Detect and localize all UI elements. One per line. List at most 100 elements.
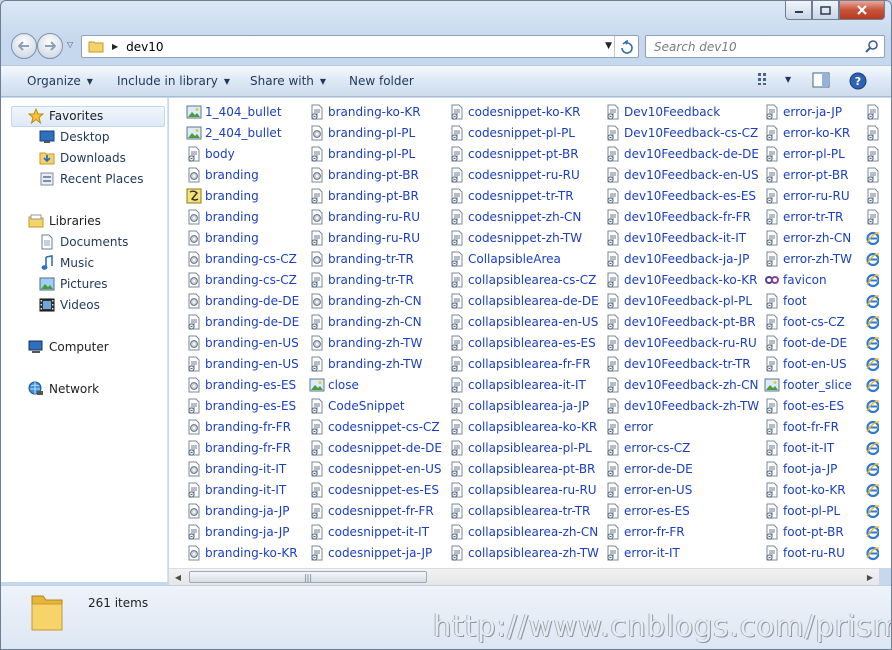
file-item[interactable]: collapsiblearea-ko-KR <box>449 417 597 437</box>
file-item[interactable]: foot-pt-BR <box>764 522 844 542</box>
nav-libraries[interactable]: Libraries <box>27 211 101 231</box>
file-item[interactable]: error-ja-JP <box>764 102 842 122</box>
include-in-library-button[interactable]: Include in library ▼ <box>117 74 230 88</box>
file-item[interactable]: error-ko-KR <box>764 123 850 143</box>
file-item[interactable]: branding-tr-TR <box>309 270 414 290</box>
file-item[interactable]: collapsiblearea-tr-TR <box>449 501 590 521</box>
nav-favorites[interactable]: Favorites <box>27 106 103 126</box>
file-item[interactable]: collapsiblearea-cs-CZ <box>449 270 596 290</box>
file-item[interactable]: dev10Feedback-en-US <box>605 165 759 185</box>
file-item[interactable]: branding-ja-JP <box>186 501 289 521</box>
ie-icon[interactable] <box>865 312 879 332</box>
file-item[interactable]: branding-fr-FR <box>186 438 291 458</box>
file-item[interactable]: foot-fr-FR <box>764 417 839 437</box>
file-item[interactable]: branding-it-IT <box>186 459 286 479</box>
file-item[interactable]: error-pl-PL <box>764 144 845 164</box>
file-item[interactable]: branding-en-US <box>186 354 299 374</box>
back-button[interactable] <box>11 33 37 59</box>
file-item[interactable]: collapsiblearea-zh-TW <box>449 543 599 563</box>
file-item[interactable]: branding-tr-TR <box>309 249 414 269</box>
file-item[interactable]: branding-ko-KR <box>309 102 421 122</box>
file-item[interactable]: codesnippet-zh-TW <box>449 228 582 248</box>
file-item[interactable]: collapsiblearea-pl-PL <box>449 438 592 458</box>
file-item[interactable]: branding <box>186 228 259 248</box>
preview-pane-button[interactable] <box>812 72 830 88</box>
nav-downloads[interactable]: Downloads <box>38 148 126 168</box>
ie-icon[interactable] <box>865 270 879 290</box>
file-item[interactable]: dev10Feedback-de-DE <box>605 144 759 164</box>
scroll-thumb[interactable]: ||| <box>189 571 427 583</box>
file-item[interactable]: codesnippet-cs-CZ <box>309 417 440 437</box>
help-button[interactable]: ? <box>849 72 867 90</box>
file-item[interactable]: dev10Feedback-tr-TR <box>605 354 751 374</box>
file-item[interactable]: branding-en-US <box>186 333 299 353</box>
file-item[interactable]: foot <box>764 291 807 311</box>
organize-button[interactable]: Organize ▼ <box>27 74 93 88</box>
script-icon[interactable] <box>865 165 879 185</box>
breadcrumb-chevron-icon[interactable]: ▶ <box>112 42 118 51</box>
refresh-button[interactable] <box>614 36 638 57</box>
nav-computer[interactable]: Computer <box>27 337 109 357</box>
file-item[interactable]: collapsiblearea-it-IT <box>449 375 586 395</box>
file-item[interactable]: branding-de-DE <box>186 312 299 332</box>
ie-icon[interactable] <box>865 480 879 500</box>
file-item[interactable]: codesnippet-es-ES <box>309 480 439 500</box>
file-item[interactable]: codesnippet-ko-KR <box>449 102 580 122</box>
file-item[interactable]: foot-de-DE <box>764 333 847 353</box>
file-item[interactable]: branding-ja-JP <box>186 522 289 542</box>
ie-icon[interactable] <box>865 333 879 353</box>
file-item[interactable]: error-cs-CZ <box>605 438 690 458</box>
file-item[interactable]: foot-cs-CZ <box>764 312 845 332</box>
file-item[interactable]: collapsiblearea-zh-CN <box>449 522 598 542</box>
file-item[interactable]: foot-ko-KR <box>764 480 846 500</box>
file-item[interactable]: codesnippet-tr-TR <box>449 186 574 206</box>
scroll-left-button[interactable]: ◀ <box>170 570 186 584</box>
file-item[interactable]: branding-ko-KR <box>186 543 298 563</box>
search-input[interactable] <box>654 39 854 54</box>
script-icon[interactable] <box>865 144 879 164</box>
close-button[interactable] <box>839 1 885 20</box>
file-item[interactable]: collapsiblearea-en-US <box>449 312 598 332</box>
forward-button[interactable] <box>37 33 63 59</box>
file-item[interactable]: branding-pl-PL <box>309 123 415 143</box>
file-item[interactable]: branding-de-DE <box>186 291 299 311</box>
file-item[interactable]: codesnippet-pt-BR <box>449 144 579 164</box>
file-item[interactable]: dev10Feedback-ru-RU <box>605 333 757 353</box>
file-item[interactable]: codesnippet-de-DE <box>309 438 442 458</box>
breadcrumb-dev10[interactable]: dev10 <box>126 40 163 54</box>
file-item[interactable]: dev10Feedback-ko-KR <box>605 270 757 290</box>
file-item[interactable]: branding-ru-RU <box>309 228 420 248</box>
nav-music[interactable]: Music <box>38 253 94 273</box>
file-item[interactable]: branding-zh-CN <box>309 312 422 332</box>
file-item[interactable]: collapsiblearea-ru-RU <box>449 480 597 500</box>
file-item[interactable]: branding-pt-BR <box>309 165 419 185</box>
file-item[interactable]: foot-ru-RU <box>764 543 845 563</box>
file-item[interactable]: collapsiblearea-ja-JP <box>449 396 589 416</box>
file-item[interactable]: dev10Feedback-es-ES <box>605 186 756 206</box>
nav-pictures[interactable]: Pictures <box>38 274 108 294</box>
ie-icon[interactable] <box>865 354 879 374</box>
file-item[interactable]: error-fr-FR <box>605 522 685 542</box>
file-item[interactable]: codesnippet-zh-CN <box>449 207 581 227</box>
file-item[interactable]: error-pt-BR <box>764 165 848 185</box>
ie-icon[interactable] <box>865 501 879 521</box>
file-item[interactable]: codesnippet-pl-PL <box>449 123 575 143</box>
file-item[interactable]: branding-ru-RU <box>309 207 420 227</box>
file-item[interactable]: branding-zh-CN <box>309 291 422 311</box>
file-item[interactable]: dev10Feedback-fr-FR <box>605 207 751 227</box>
file-item[interactable]: branding-pl-PL <box>309 144 415 164</box>
file-item[interactable]: foot-it-IT <box>764 438 834 458</box>
file-item[interactable]: dev10Feedback-it-IT <box>605 228 746 248</box>
ie-icon[interactable] <box>865 396 879 416</box>
file-item[interactable]: error-es-ES <box>605 501 690 521</box>
script-icon[interactable] <box>865 186 879 206</box>
file-item[interactable]: footer_slice <box>764 375 852 395</box>
ie-icon[interactable] <box>865 522 879 542</box>
nav-recent-places[interactable]: Recent Places <box>38 169 143 189</box>
file-item[interactable]: Dev10Feedback <box>605 102 720 122</box>
share-with-button[interactable]: Share with ▼ <box>250 74 326 88</box>
file-item[interactable]: dev10Feedback-zh-TW <box>605 396 759 416</box>
ie-icon[interactable] <box>865 291 879 311</box>
script-icon[interactable] <box>865 207 879 227</box>
file-item[interactable]: dev10Feedback-pl-PL <box>605 291 752 311</box>
